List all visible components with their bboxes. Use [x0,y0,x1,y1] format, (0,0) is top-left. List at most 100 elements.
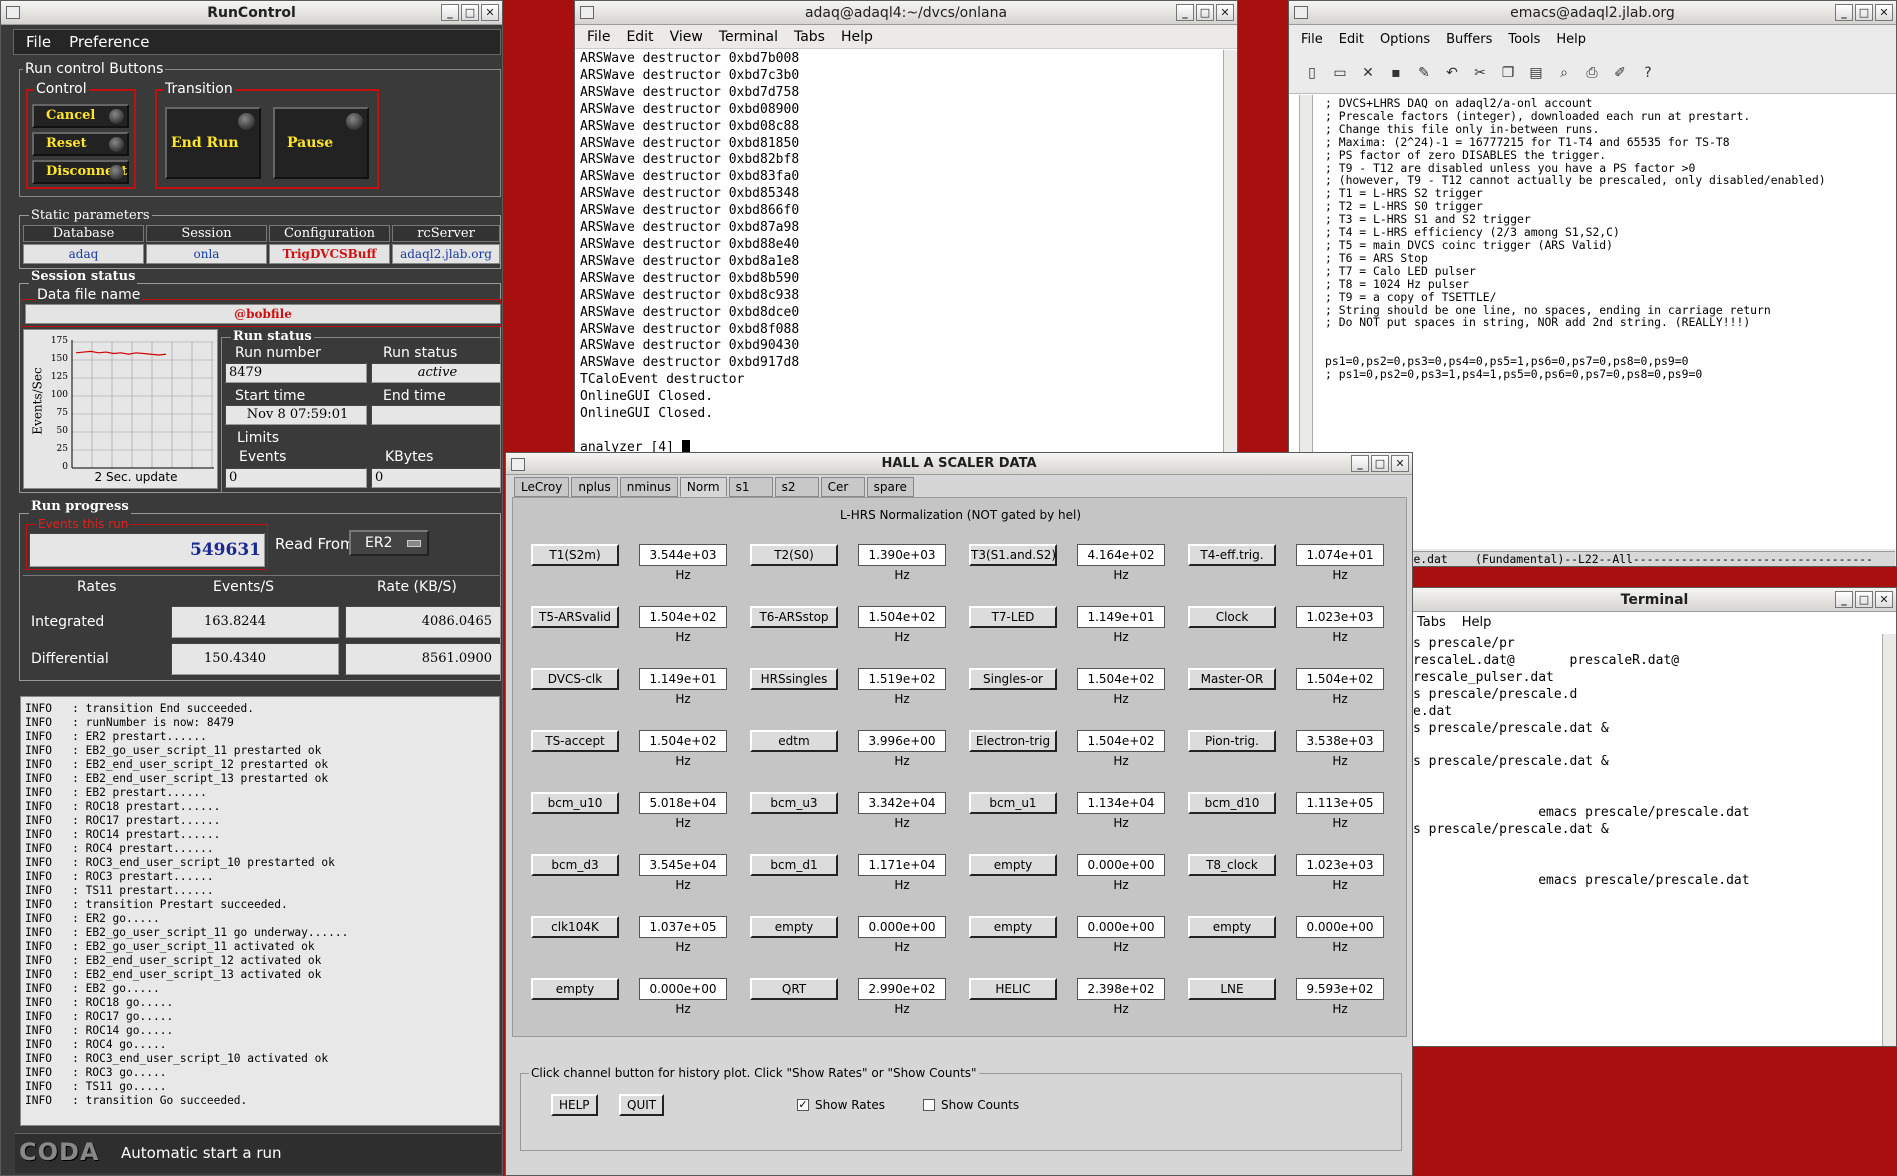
cut-icon[interactable]: ✂ [1471,64,1489,82]
terminal-titlebar[interactable]: adaq@adaql4:~/dvcs/onlana _ □ ✕ [575,1,1237,25]
channel-button[interactable]: Master-OR [1188,668,1276,690]
runcontrol-titlebar[interactable]: RunControl _ □ ✕ [1,1,502,25]
channel-button[interactable]: clk104K [531,916,619,938]
tab-nplus[interactable]: nplus [571,477,618,497]
channel-button[interactable]: Pion-trig. [1188,730,1276,752]
show-counts-checkbox[interactable]: Show Counts [923,1098,1019,1112]
close-icon[interactable]: ✕ [1875,591,1893,608]
menu-file[interactable]: File [587,25,610,48]
channel-button[interactable]: T5-ARSvalid [531,606,619,628]
terminal-output[interactable]: ARSWave destructor 0xbd7b008 ARSWave des… [580,51,799,457]
menu-edit[interactable]: Edit [1339,28,1364,52]
channel-button[interactable]: bcm_d10 [1188,792,1276,814]
reset-button[interactable]: Reset [32,132,129,156]
menu-options[interactable]: Options [1380,28,1430,52]
quit-button[interactable]: QUIT [619,1094,665,1116]
tab-norm[interactable]: Norm [679,477,727,497]
channel-button[interactable]: bcm_u3 [750,792,838,814]
window-menu-icon[interactable] [511,458,525,471]
minimize-icon[interactable]: _ [1835,591,1853,608]
minimize-icon[interactable]: _ [1351,455,1369,472]
terminal2-titlebar[interactable]: Terminal _ □ ✕ [1413,588,1896,612]
close-icon[interactable]: ✕ [1216,4,1234,21]
events-limit-input[interactable]: 0 [225,468,367,488]
maximize-icon[interactable]: □ [1855,591,1873,608]
end-run-button[interactable]: End Run [165,107,261,179]
window-menu-icon[interactable] [6,6,20,19]
maximize-icon[interactable]: □ [461,4,479,21]
channel-button[interactable]: Clock [1188,606,1276,628]
configuration-value[interactable]: TrigDVCSBuff [269,244,390,264]
channel-button[interactable]: empty [531,978,619,1000]
channel-button[interactable]: T3(S1.and.S2) [969,544,1057,566]
undo-icon[interactable]: ↶ [1443,64,1461,82]
save-as-icon[interactable]: ✎ [1415,64,1433,82]
paste-icon[interactable]: ▤ [1527,64,1545,82]
pause-button[interactable]: Pause [273,107,369,179]
show-rates-checkbox[interactable]: ✓ Show Rates [797,1098,885,1112]
kbytes-limit-input[interactable]: 0 [371,468,501,488]
channel-button[interactable]: T7-LED [969,606,1057,628]
terminal-scrollbar[interactable] [1223,50,1237,461]
save-icon[interactable]: ▪ [1387,64,1405,82]
menu-help[interactable]: Help [1556,28,1586,52]
menu-tabs[interactable]: Tabs [1417,612,1446,634]
search-icon[interactable]: ⌕ [1555,64,1573,82]
cancel-button[interactable]: Cancel [32,104,129,128]
tab-spare[interactable]: spare [866,477,914,497]
channel-button[interactable]: edtm [750,730,838,752]
help-button[interactable]: HELP [551,1094,598,1116]
channel-button[interactable]: empty [1188,916,1276,938]
maximize-icon[interactable]: □ [1855,4,1873,21]
terminal2-output[interactable]: s prescale/pr rescaleL.dat@ prescaleR.da… [1413,636,1750,890]
menu-file[interactable]: File [26,30,51,54]
tab-s1[interactable]: s1 [728,477,773,497]
tab-cer[interactable]: Cer [820,477,865,497]
copy-icon[interactable]: ❐ [1499,64,1517,82]
channel-button[interactable]: HELIC [969,978,1057,1000]
menu-edit[interactable]: Edit [626,25,653,48]
menu-terminal[interactable]: Terminal [719,25,778,48]
menu-help[interactable]: Help [1462,612,1492,634]
tab-lecroy[interactable]: LeCroy [514,477,570,497]
channel-button[interactable]: bcm_d1 [750,854,838,876]
minimize-icon[interactable]: _ [1835,4,1853,21]
channel-button[interactable]: T4-eff.trig. [1188,544,1276,566]
channel-button[interactable]: empty [969,854,1057,876]
channel-button[interactable]: T2(S0) [750,544,838,566]
maximize-icon[interactable]: □ [1371,455,1389,472]
channel-button[interactable]: empty [750,916,838,938]
channel-button[interactable]: bcm_u1 [969,792,1057,814]
channel-button[interactable]: DVCS-clk [531,668,619,690]
window-menu-icon[interactable] [580,6,594,19]
close-icon[interactable]: ✕ [1391,455,1409,472]
emacs-titlebar[interactable]: emacs@adaql2.jlab.org _ □ ✕ [1289,1,1896,25]
channel-button[interactable]: QRT [750,978,838,1000]
maximize-icon[interactable]: □ [1196,4,1214,21]
menu-view[interactable]: View [670,25,703,48]
new-file-icon[interactable]: ▯ [1303,64,1321,82]
disconnect-button[interactable]: Disconnect [32,160,129,184]
read-from-select[interactable]: ER2 [349,530,429,556]
menu-file[interactable]: File [1301,28,1323,52]
channel-button[interactable]: empty [969,916,1057,938]
channel-button[interactable]: TS-accept [531,730,619,752]
channel-button[interactable]: T1(S2m) [531,544,619,566]
close-icon[interactable]: ✕ [481,4,499,21]
channel-button[interactable]: Electron-trig [969,730,1057,752]
close-buffer-icon[interactable]: ✕ [1359,64,1377,82]
channel-button[interactable]: HRSsingles [750,668,838,690]
help-icon[interactable]: ? [1639,64,1657,82]
close-icon[interactable]: ✕ [1875,4,1893,21]
channel-button[interactable]: LNE [1188,978,1276,1000]
channel-button[interactable]: T8_clock [1188,854,1276,876]
scaler-titlebar[interactable]: HALL A SCALER DATA _ □ ✕ [506,453,1412,475]
open-folder-icon[interactable]: ▭ [1331,64,1349,82]
message-log[interactable]: INFO : transition End succeeded. INFO : … [20,696,500,1126]
preferences-icon[interactable]: ✐ [1611,64,1629,82]
menu-buffers[interactable]: Buffers [1446,28,1492,52]
tab-s2[interactable]: s2 [774,477,819,497]
channel-button[interactable]: bcm_u10 [531,792,619,814]
channel-button[interactable]: bcm_d3 [531,854,619,876]
menu-preference[interactable]: Preference [69,30,149,54]
